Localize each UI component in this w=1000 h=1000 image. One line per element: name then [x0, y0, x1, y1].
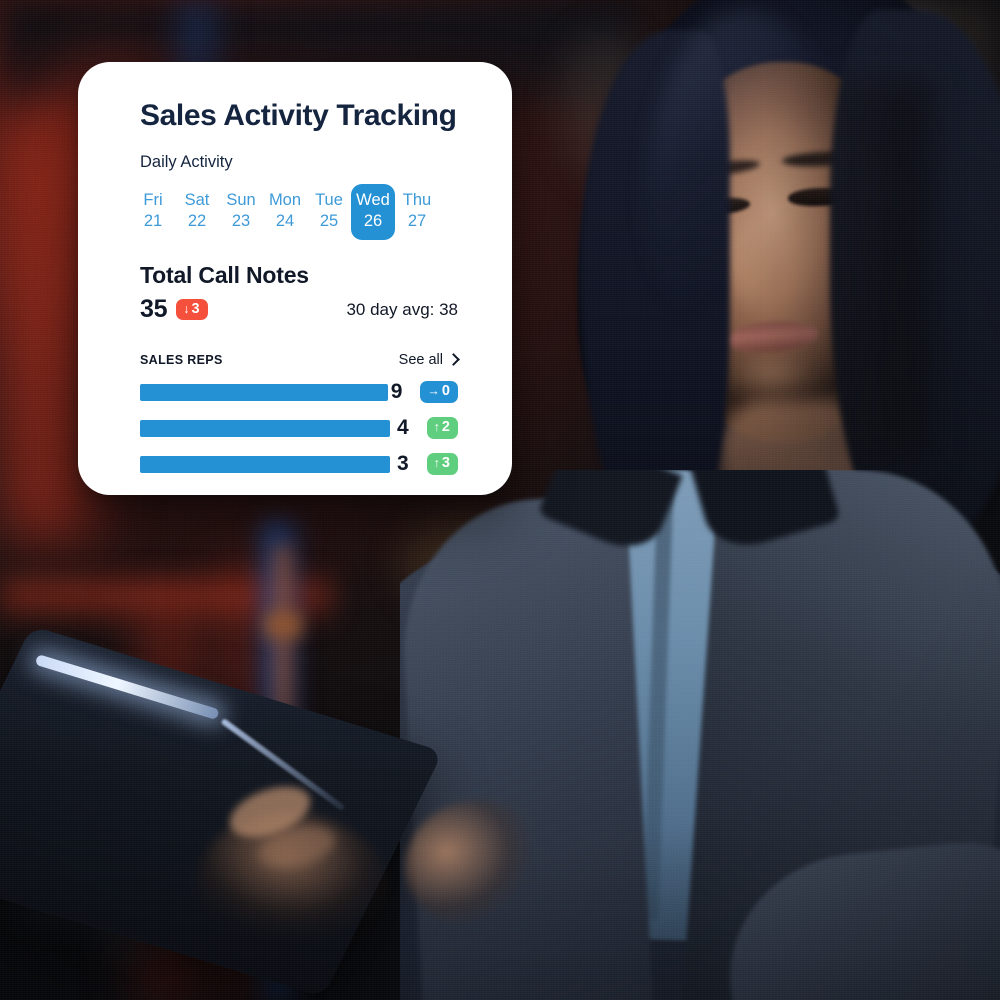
day-name: Sun — [226, 190, 256, 209]
daily-activity-label: Daily Activity — [140, 152, 233, 171]
arrow-down-icon: ↓ — [183, 301, 190, 316]
day-cell-fri[interactable]: Fri 21 — [131, 184, 175, 240]
rep-bar — [140, 383, 389, 401]
thirty-day-average: 30 day avg: 38 — [346, 299, 458, 319]
arrow-up-icon: ↑ — [433, 420, 440, 435]
face-shadow — [760, 80, 930, 460]
day-cell-sat[interactable]: Sat 22 — [175, 184, 219, 240]
day-cell-mon[interactable]: Mon 24 — [263, 184, 307, 240]
sales-reps-label: SALES REPS — [140, 353, 223, 368]
sales-reps-list: 9 → 0 4 ↑ 2 3 ↑ 3 — [140, 380, 470, 476]
day-number: 26 — [363, 211, 383, 230]
sales-rep-row[interactable]: 3 ↑ 3 — [140, 452, 470, 476]
rep-delta-badge: ↑ 3 — [426, 453, 458, 475]
total-delta-badge: ↓ 3 — [176, 298, 208, 321]
day-name: Thu — [402, 190, 432, 209]
day-number: 22 — [187, 211, 207, 230]
blazer-lapel-left — [400, 494, 654, 1000]
day-cell-tue[interactable]: Tue 25 — [307, 184, 351, 240]
rep-bar — [140, 455, 390, 473]
day-number: 25 — [319, 211, 339, 230]
see-all-label: See all — [398, 352, 443, 369]
arrow-up-icon: ↑ — [433, 456, 440, 471]
day-cell-wed[interactable]: Wed 26 — [351, 183, 395, 241]
arrow-right-icon: → — [427, 384, 440, 399]
see-all-button[interactable]: See all — [398, 352, 460, 369]
rep-value: 3 — [396, 452, 409, 476]
rep-delta-badge: ↑ 2 — [426, 417, 458, 439]
rep-value: 4 — [396, 416, 409, 440]
day-cell-thu[interactable]: Thu 27 — [395, 184, 439, 240]
chevron-right-icon — [447, 353, 460, 366]
rep-delta-badge: → 0 — [420, 381, 458, 403]
day-cell-sun[interactable]: Sun 23 — [219, 184, 263, 240]
day-name: Fri — [143, 190, 163, 209]
rep-delta-value: 0 — [441, 383, 450, 400]
screenshot-stage: Sales Activity Tracking Daily Activity F… — [0, 0, 1000, 1000]
week-day-selector[interactable]: Fri 21 Sat 22 Sun 23 Mon 24 Tue 25 Wed 26 Thu 27 — [131, 183, 470, 241]
day-number: 24 — [275, 211, 295, 230]
rep-metrics: 9 → 0 — [388, 380, 458, 404]
rep-bar-track — [140, 383, 389, 401]
day-name: Mon — [268, 190, 302, 209]
rep-metrics: 4 ↑ 2 — [395, 416, 458, 440]
rep-metrics: 3 ↑ 3 — [395, 452, 458, 476]
orange-pipe-band — [264, 612, 302, 638]
rep-delta-value: 3 — [441, 455, 450, 472]
day-name: Sat — [184, 190, 210, 209]
sales-rep-row[interactable]: 4 ↑ 2 — [140, 416, 470, 440]
sales-activity-card: Sales Activity Tracking Daily Activity F… — [78, 62, 512, 495]
rep-bar — [140, 419, 390, 437]
rep-value: 9 — [390, 380, 403, 404]
total-delta-value: 3 — [191, 300, 200, 317]
day-number: 27 — [407, 211, 427, 230]
rep-bar-track — [140, 455, 390, 473]
day-number: 21 — [143, 211, 163, 230]
total-call-notes-value: 35 — [140, 295, 168, 324]
day-name: Wed — [356, 190, 390, 209]
rep-delta-value: 2 — [441, 419, 450, 436]
sales-rep-row[interactable]: 9 → 0 — [140, 380, 470, 404]
total-call-notes-title: Total Call Notes — [140, 262, 309, 289]
rep-bar-track — [140, 419, 390, 437]
day-number: 23 — [231, 211, 251, 230]
total-call-notes-row: 35 ↓ 3 30 day avg: 38 — [140, 295, 470, 324]
day-name: Tue — [315, 190, 343, 209]
page-title: Sales Activity Tracking — [140, 99, 457, 132]
sales-reps-header: SALES REPS See all — [140, 352, 470, 368]
